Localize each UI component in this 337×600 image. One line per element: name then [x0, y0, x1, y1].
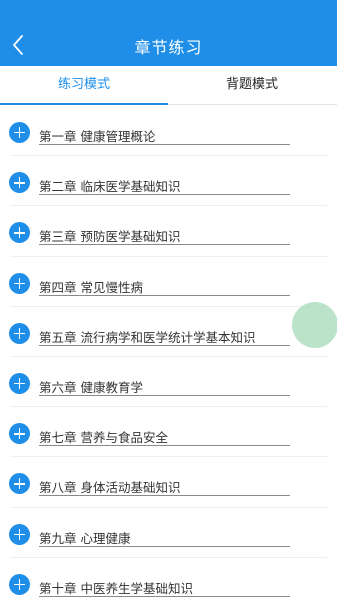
chapter-row[interactable]: 第六章 健康教育学 [0, 357, 337, 408]
chapter-label: 第九章 心理健康 [39, 530, 131, 546]
chapter-underline [39, 344, 290, 346]
mode-tabs: 练习模式 背题模式 [0, 66, 337, 105]
plus-circle-icon[interactable] [9, 322, 30, 344]
chapter-list: 第一章 健康管理概论 第二章 临床医学基础知识 第三章 预防医学基础知识 第四章… [0, 106, 337, 600]
chapter-underline [39, 495, 290, 497]
chapter-row[interactable]: 第十章 中医养生学基础知识 [0, 558, 337, 600]
chapter-label: 第一章 健康管理概论 [39, 129, 156, 144]
chapter-label: 第十章 中医养生学基础知识 [39, 580, 193, 596]
chapter-underline [39, 144, 290, 145]
chapter-row[interactable]: 第一章 健康管理概论 [0, 106, 337, 157]
chapter-underline [39, 294, 290, 296]
chapter-label: 第八章 身体活动基础知识 [39, 480, 181, 496]
chapter-row[interactable]: 第七章 营养与食品安全 [0, 407, 337, 458]
app-header: 章节练习 [0, 0, 337, 66]
plus-circle-icon[interactable] [9, 523, 30, 545]
chapter-label: 第四章 常见慢性病 [39, 279, 143, 295]
plus-circle-icon[interactable] [9, 272, 30, 294]
tab-memorize-mode[interactable]: 背题模式 [168, 66, 336, 105]
chapter-underline [39, 394, 290, 396]
chapter-row[interactable]: 第三章 预防医学基础知识 [0, 206, 337, 257]
tab-practice-mode[interactable]: 练习模式 [0, 66, 168, 105]
floating-assistive-button[interactable] [292, 302, 337, 348]
chapter-label: 第三章 预防医学基础知识 [39, 229, 181, 245]
chapter-row[interactable]: 第八章 身体活动基础知识 [0, 457, 337, 508]
plus-circle-icon[interactable] [9, 573, 30, 595]
plus-circle-icon[interactable] [9, 423, 30, 445]
chapter-row[interactable]: 第二章 临床医学基础知识 [0, 156, 337, 207]
chapter-label: 第七章 营养与食品安全 [39, 430, 168, 446]
chapter-row[interactable]: 第九章 心理健康 [0, 508, 337, 558]
chapter-underline [39, 194, 290, 196]
chapter-label: 第二章 临床医学基础知识 [39, 179, 181, 195]
chapter-underline [39, 244, 290, 246]
plus-circle-icon[interactable] [9, 222, 30, 244]
chapter-label: 第六章 健康教育学 [39, 379, 143, 395]
plus-circle-icon[interactable] [9, 473, 30, 495]
chapter-underline [39, 545, 290, 547]
plus-circle-icon[interactable] [9, 122, 30, 143]
chapter-row[interactable]: 第五章 流行病学和医学统计学基本知识 [0, 307, 337, 357]
chapter-row[interactable]: 第四章 常见慢性病 [0, 257, 337, 307]
active-tab-indicator [0, 103, 168, 105]
plus-circle-icon[interactable] [9, 372, 30, 394]
page-title: 章节练习 [134, 38, 203, 57]
plus-circle-icon[interactable] [9, 172, 30, 194]
chapter-underline [39, 595, 290, 597]
chapter-label: 第五章 流行病学和医学统计学基本知识 [39, 329, 256, 345]
chapter-underline [39, 445, 290, 447]
